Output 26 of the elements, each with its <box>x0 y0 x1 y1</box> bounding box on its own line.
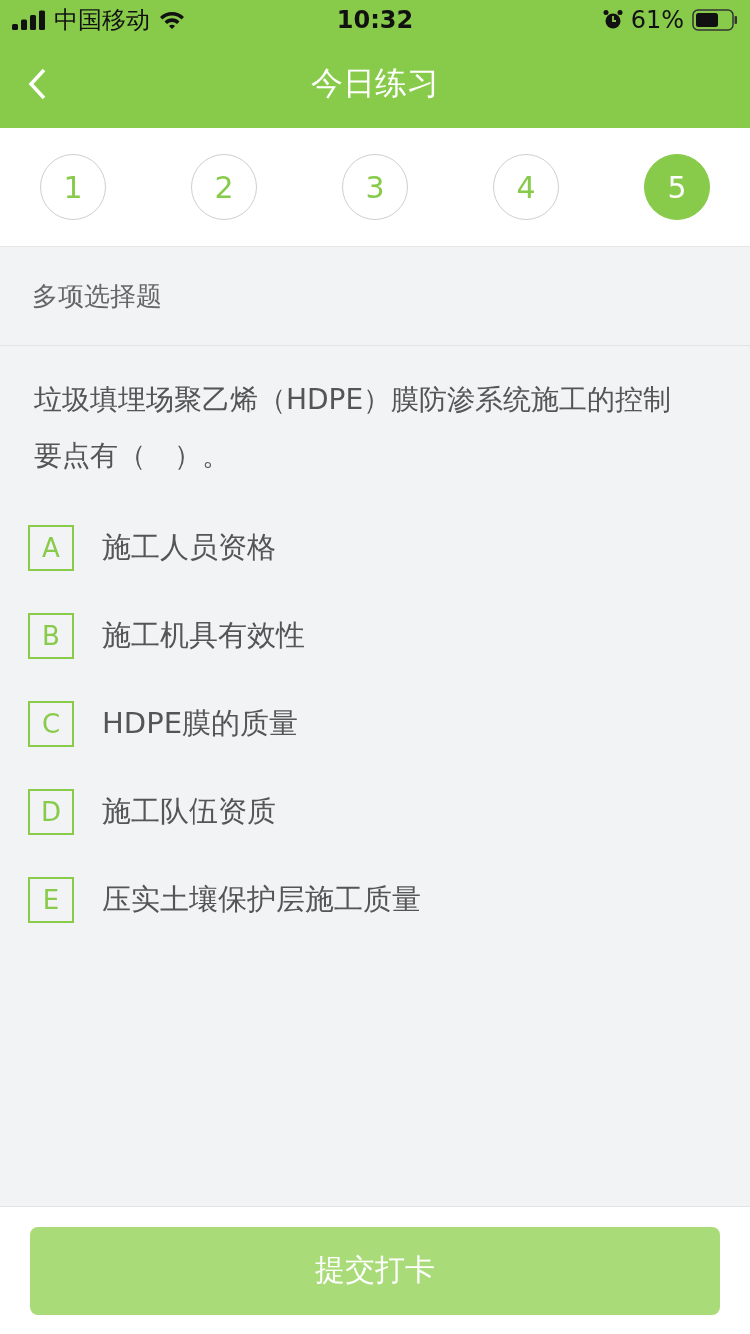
question-number[interactable]: 2 <box>191 154 257 220</box>
wifi-icon <box>158 10 186 30</box>
chevron-left-icon <box>26 67 48 101</box>
option-text[interactable]: 施工人员资格 <box>102 528 276 568</box>
option-text[interactable]: 施工机具有效性 <box>102 616 305 656</box>
question-number[interactable]: 4 <box>493 154 559 220</box>
battery-icon <box>692 9 738 31</box>
signal-icon <box>12 10 46 30</box>
option-text[interactable]: 施工队伍资质 <box>102 792 276 832</box>
option-text[interactable]: HDPE膜的质量 <box>102 704 298 744</box>
alarm-icon <box>602 9 623 31</box>
question-number[interactable]: 5 <box>644 154 710 220</box>
option-checkbox[interactable]: B <box>28 613 74 659</box>
question-text: 垃圾填埋场聚乙烯（HDPE）膜防渗系统施工的控制要点有（ ）。 <box>33 382 673 474</box>
question-type: 多项选择题 <box>32 279 162 313</box>
option-checkbox[interactable]: D <box>28 789 74 835</box>
option-checkbox[interactable]: C <box>28 701 74 747</box>
carrier-name: 中国移动 <box>54 5 150 36</box>
battery-percent: 61% <box>630 6 684 34</box>
option-text[interactable]: 压实土壤保护层施工质量 <box>102 880 421 920</box>
option-checkbox[interactable]: E <box>28 877 74 923</box>
clock-time: 10:32 <box>336 6 414 34</box>
question-number[interactable]: 1 <box>40 154 106 220</box>
page-title: 今日练习 <box>311 63 439 104</box>
question-number[interactable]: 3 <box>342 154 408 220</box>
option-checkbox[interactable]: A <box>28 525 74 571</box>
